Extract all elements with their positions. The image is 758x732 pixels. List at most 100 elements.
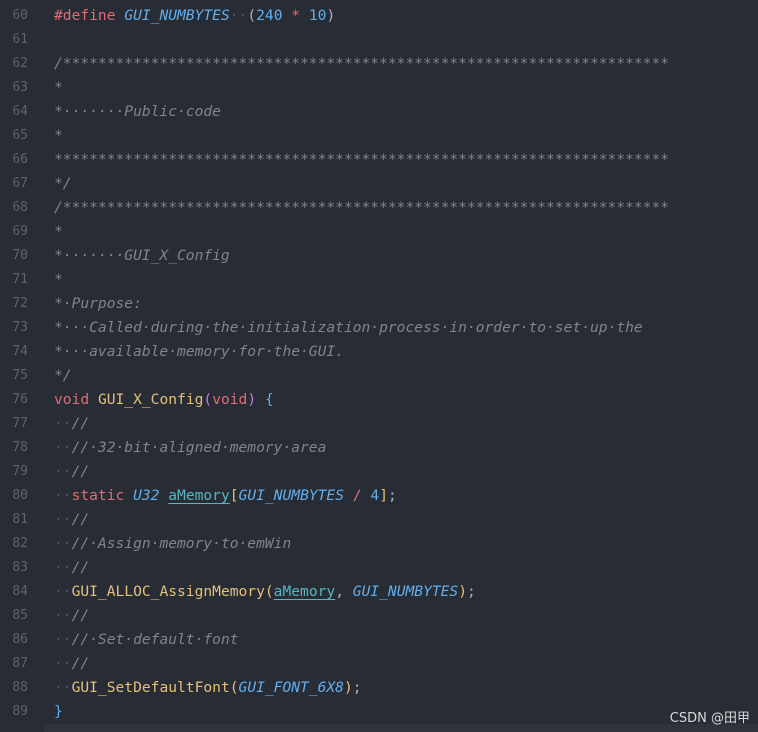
code-token: * bbox=[291, 7, 301, 24]
code-line[interactable]: 67 */ bbox=[0, 172, 758, 196]
line-number: 74 bbox=[12, 344, 28, 359]
code-line[interactable]: 76 void GUI_X_Config(void) { bbox=[0, 388, 758, 412]
code-line[interactable]: 73 *···Called·during·the·initialization·p… bbox=[0, 316, 758, 340]
code-token: #define bbox=[54, 7, 116, 24]
code-line[interactable]: 82 ··//·Assign·memory·to·emWin bbox=[0, 532, 758, 556]
code-line[interactable]: 61 bbox=[0, 28, 758, 52]
code-token: ·· bbox=[54, 487, 72, 504]
code-line[interactable]: 64 *·······Public·code bbox=[0, 100, 758, 124]
code-line[interactable]: 83 ··// bbox=[0, 556, 758, 580]
code-line[interactable]: 84 ··GUI_ALLOC_AssignMemory(aMemory, GUI_… bbox=[0, 580, 758, 604]
line-number: 63 bbox=[12, 80, 28, 95]
code-line[interactable]: 79 ··// bbox=[0, 460, 758, 484]
code-line[interactable]: 77 ··// bbox=[0, 412, 758, 436]
code-text: ··// bbox=[54, 604, 89, 628]
code-token: // bbox=[71, 463, 90, 480]
code-token: * bbox=[54, 271, 63, 288]
code-token: *···available·memory·for·the·GUI. bbox=[54, 343, 344, 360]
code-text: ··GUI_SetDefaultFont(GUI_FONT_6X8); bbox=[54, 676, 362, 700]
line-number: 89 bbox=[12, 704, 28, 719]
code-line[interactable]: 89} bbox=[0, 700, 758, 724]
line-number: 67 bbox=[12, 176, 28, 191]
code-line[interactable]: 72 *·Purpose: bbox=[0, 292, 758, 316]
code-token: ·· bbox=[54, 463, 72, 480]
code-token: ·· bbox=[54, 607, 72, 624]
code-token: //·Set·default·font bbox=[71, 631, 239, 648]
code-token: // bbox=[71, 511, 90, 528]
line-number: 70 bbox=[12, 248, 28, 263]
code-token: GUI_FONT_6X8 bbox=[238, 679, 344, 696]
code-line[interactable]: 63 * bbox=[0, 76, 758, 100]
code-token: */ bbox=[54, 175, 72, 192]
code-token: ( bbox=[229, 679, 239, 696]
code-line[interactable]: 88 ··GUI_SetDefaultFont(GUI_FONT_6X8); bbox=[0, 676, 758, 700]
code-editor[interactable]: 60 #define GUI_NUMBYTES··(240 * 10) 61 62/*… bbox=[0, 0, 758, 732]
code-line[interactable]: 80 ··static U32 aMemory[GUI_NUMBYTES / 4]… bbox=[0, 484, 758, 508]
line-number: 68 bbox=[12, 200, 28, 215]
line-number: 84 bbox=[12, 584, 28, 599]
code-token: *·······Public·code bbox=[54, 103, 221, 120]
code-token: / bbox=[352, 487, 362, 504]
code-line[interactable]: 60 #define GUI_NUMBYTES··(240 * 10) bbox=[0, 4, 758, 28]
line-number: 73 bbox=[12, 320, 28, 335]
code-token: [ bbox=[229, 487, 239, 504]
code-text: */ bbox=[54, 172, 72, 196]
code-line[interactable]: 85 ··// bbox=[0, 604, 758, 628]
line-number: 71 bbox=[12, 272, 28, 287]
line-number: 72 bbox=[12, 296, 28, 311]
code-token: * bbox=[54, 223, 63, 240]
code-token: ( bbox=[203, 391, 213, 408]
code-text: ··//·32·bit·aligned·memory·area bbox=[54, 436, 326, 460]
code-token: *·······GUI_X_Config bbox=[54, 247, 230, 264]
code-token: ****************************************… bbox=[54, 151, 670, 168]
code-line[interactable]: 75 */ bbox=[0, 364, 758, 388]
code-token: *·Purpose: bbox=[54, 295, 142, 312]
code-token: aMemory bbox=[168, 487, 230, 504]
code-token: //·32·bit·aligned·memory·area bbox=[71, 439, 327, 456]
code-text: ··static U32 aMemory[GUI_NUMBYTES / 4]; bbox=[54, 484, 397, 508]
code-line[interactable]: 74 *···available·memory·for·the·GUI. bbox=[0, 340, 758, 364]
code-token: ) bbox=[247, 391, 257, 408]
code-text: * bbox=[54, 268, 63, 292]
line-number: 83 bbox=[12, 560, 28, 575]
code-token: // bbox=[71, 415, 90, 432]
code-token: 240 bbox=[256, 7, 283, 24]
code-line[interactable]: 62 /*************************************… bbox=[0, 52, 758, 76]
code-text: ··GUI_ALLOC_AssignMemory(aMemory, GUI_NU… bbox=[54, 580, 476, 604]
code-token: ·· bbox=[54, 439, 72, 456]
line-number: 88 bbox=[12, 680, 28, 695]
code-line[interactable]: 70 *·······GUI_X_Config bbox=[0, 244, 758, 268]
code-token: ) bbox=[326, 7, 336, 24]
code-token: ] bbox=[379, 487, 388, 504]
code-token: static bbox=[71, 487, 125, 504]
code-line[interactable]: 86 ··//·Set·default·font bbox=[0, 628, 758, 652]
line-number: 64 bbox=[12, 104, 28, 119]
code-text: ··// bbox=[54, 508, 89, 532]
code-text: */ bbox=[54, 364, 72, 388]
code-line[interactable]: 68 /*************************************… bbox=[0, 196, 758, 220]
code-token: */ bbox=[54, 367, 72, 384]
code-line[interactable]: 71 * bbox=[0, 268, 758, 292]
code-line[interactable]: 87 ··// bbox=[0, 652, 758, 676]
line-number: 85 bbox=[12, 608, 28, 623]
code-line[interactable]: 78 ··//·32·bit·aligned·memory·area bbox=[0, 436, 758, 460]
code-token: ( bbox=[247, 7, 257, 24]
code-line[interactable]: 66 **************************************… bbox=[0, 148, 758, 172]
code-text: *·······Public·code bbox=[54, 100, 221, 124]
line-number: 62 bbox=[12, 56, 28, 71]
code-token: ·· bbox=[229, 7, 248, 24]
code-token: GUI_NUMBYTES bbox=[352, 583, 459, 600]
code-line[interactable]: 69 * bbox=[0, 220, 758, 244]
horizontal-scrollbar[interactable] bbox=[44, 724, 758, 732]
code-text: /***************************************… bbox=[54, 196, 669, 220]
code-line[interactable]: 65 * bbox=[0, 124, 758, 148]
code-line[interactable]: 81 ··// bbox=[0, 508, 758, 532]
code-token: ; bbox=[467, 583, 476, 600]
